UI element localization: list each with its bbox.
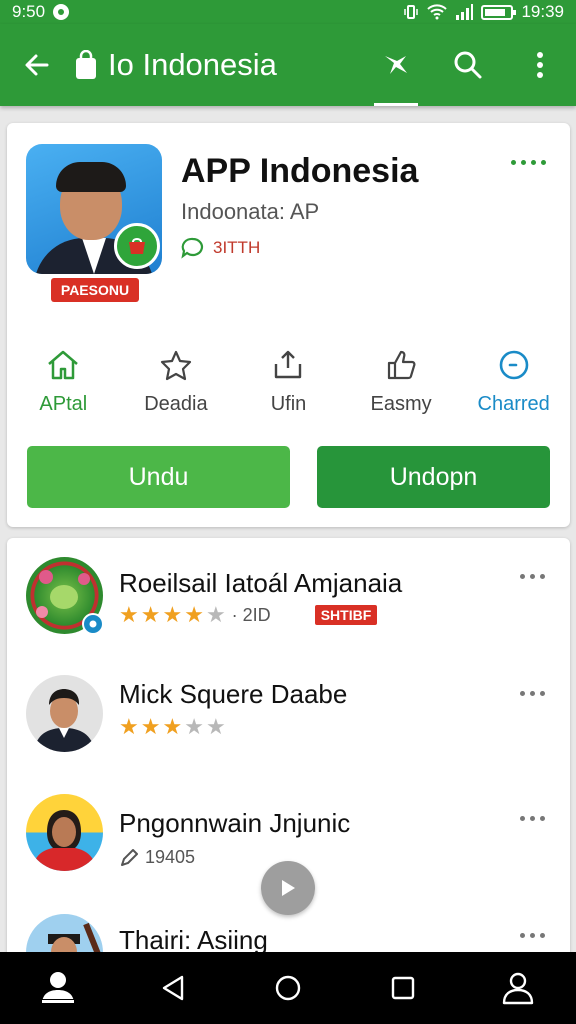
- list-item-title: Pngonnwain Jnjunic: [119, 808, 351, 838]
- square-recents-icon: [391, 976, 415, 1000]
- more-dots-icon[interactable]: [520, 691, 545, 696]
- list-item-title: Roeilsail Iatoál Amjanaia: [119, 568, 403, 598]
- wifi-icon: [427, 4, 448, 20]
- action-row: APtal Deadia Ufin Easmy Charred: [7, 349, 570, 416]
- app-tag: PAESONU: [51, 278, 139, 302]
- star-filled-icon: ★: [184, 602, 204, 627]
- app-title: APP Indonesia: [181, 152, 419, 190]
- more-dots-icon[interactable]: [520, 574, 545, 579]
- list-item-meta: ★ ★ ★ ★ ★: [119, 716, 226, 738]
- star-filled-icon: ★: [162, 602, 183, 627]
- play-icon: [282, 880, 295, 896]
- list-item-meta-text: 19405: [145, 847, 196, 867]
- star-filled-icon: ★: [162, 714, 183, 739]
- search-icon: [454, 51, 482, 79]
- pin-icon: [385, 56, 407, 74]
- action-label: Ufin: [270, 393, 307, 415]
- app-bar: Io Indonesia: [0, 24, 576, 106]
- play-button[interactable]: [261, 861, 315, 915]
- list-item[interactable]: Mick Squere Daabe ★ ★ ★ ★ ★: [7, 658, 570, 778]
- verified-badge-icon: [82, 613, 104, 635]
- profile-nav-button[interactable]: [28, 958, 88, 1018]
- action-label: Charred: [477, 393, 550, 415]
- action-aptal[interactable]: APtal: [8, 349, 118, 416]
- pin-button[interactable]: [360, 24, 432, 106]
- home-icon: [48, 350, 79, 380]
- primary-button[interactable]: Undu: [27, 446, 290, 508]
- app-meta-text: 3ITTH: [213, 238, 261, 257]
- list-item-title: Mick Squere Daabe: [119, 679, 348, 709]
- star-empty-icon: ★: [205, 714, 226, 739]
- avatar: [26, 675, 103, 752]
- app-publisher[interactable]: Indoonata: AP: [181, 199, 319, 225]
- app-meta: 3ITTH: [181, 237, 260, 259]
- status-bar: 9:50 19:39: [0, 0, 576, 24]
- list-item-meta: ★ ★ ★ ★ ★ · 2ID SHTIBF: [119, 604, 378, 626]
- overflow-menu-icon: [537, 52, 543, 78]
- avatar: [26, 794, 103, 871]
- action-charred[interactable]: Charred: [459, 349, 569, 416]
- portrait-hair: [56, 162, 126, 192]
- circle-home-icon: [275, 975, 301, 1001]
- app-bar-title: Io Indonesia: [108, 47, 277, 82]
- clock-icon: [499, 350, 528, 380]
- vibrate-icon: [404, 5, 419, 19]
- triangle-back-icon: [162, 975, 183, 1001]
- app-detail-card: PAESONU APP Indonesia Indoonata: AP 3ITT…: [7, 123, 570, 527]
- home-nav-button[interactable]: [258, 958, 318, 1018]
- list-item-meta-text: · 2ID: [231, 604, 271, 625]
- back-nav-button[interactable]: [143, 958, 203, 1018]
- back-button[interactable]: [0, 24, 74, 106]
- list-item-tag: SHTIBF: [314, 605, 378, 625]
- list-item-meta: 19405: [119, 847, 195, 868]
- action-deadia[interactable]: Deadia: [121, 349, 231, 416]
- list-item[interactable]: Roeilsail Iatoál Amjanaia ★ ★ ★ ★ ★ · 2ID SH…: [7, 538, 570, 658]
- action-label: Deadia: [144, 393, 208, 415]
- chat-bubble-icon: [181, 237, 204, 259]
- more-dots-icon[interactable]: [520, 933, 545, 938]
- app-badge-icon: [114, 223, 160, 269]
- account-nav-button[interactable]: [488, 958, 548, 1018]
- share-icon: [275, 350, 302, 379]
- more-dots-icon[interactable]: [511, 160, 546, 165]
- star-filled-icon: ★: [119, 602, 139, 627]
- action-label: APtal: [39, 393, 88, 415]
- star-filled-icon: ★: [140, 714, 161, 739]
- system-navigation-bar: [0, 952, 576, 1024]
- star-filled-icon: ★: [140, 602, 161, 627]
- search-button[interactable]: [432, 24, 504, 106]
- shopping-bag-icon: [76, 50, 96, 79]
- action-ufin[interactable]: Ufin: [233, 349, 343, 416]
- person-outline-icon: [503, 972, 534, 1005]
- secondary-button[interactable]: Undopn: [317, 446, 550, 508]
- star-empty-icon: ★: [205, 602, 226, 627]
- battery-icon: [481, 4, 517, 20]
- overflow-menu-button[interactable]: [504, 24, 576, 106]
- action-label: Easmy: [370, 393, 432, 415]
- star-filled-icon: ★: [119, 714, 139, 739]
- recents-nav-button[interactable]: [373, 958, 433, 1018]
- star-icon: [160, 350, 191, 381]
- notification-icon: [53, 4, 70, 20]
- rating-stars: ★ ★ ★ ★ ★: [119, 716, 226, 738]
- status-time: 9:50: [12, 2, 46, 21]
- action-easmy[interactable]: Easmy: [346, 349, 456, 416]
- star-empty-icon: ★: [184, 714, 204, 739]
- back-arrow-icon: [25, 54, 49, 76]
- status-clock: 19:39: [521, 2, 564, 21]
- person-filled-icon: [41, 972, 74, 1004]
- thumb-up-icon: [387, 350, 416, 380]
- signal-icon: [456, 4, 474, 20]
- edit-icon: [121, 848, 138, 866]
- more-dots-icon[interactable]: [520, 816, 545, 821]
- rating-stars: ★ ★ ★ ★ ★: [119, 604, 226, 626]
